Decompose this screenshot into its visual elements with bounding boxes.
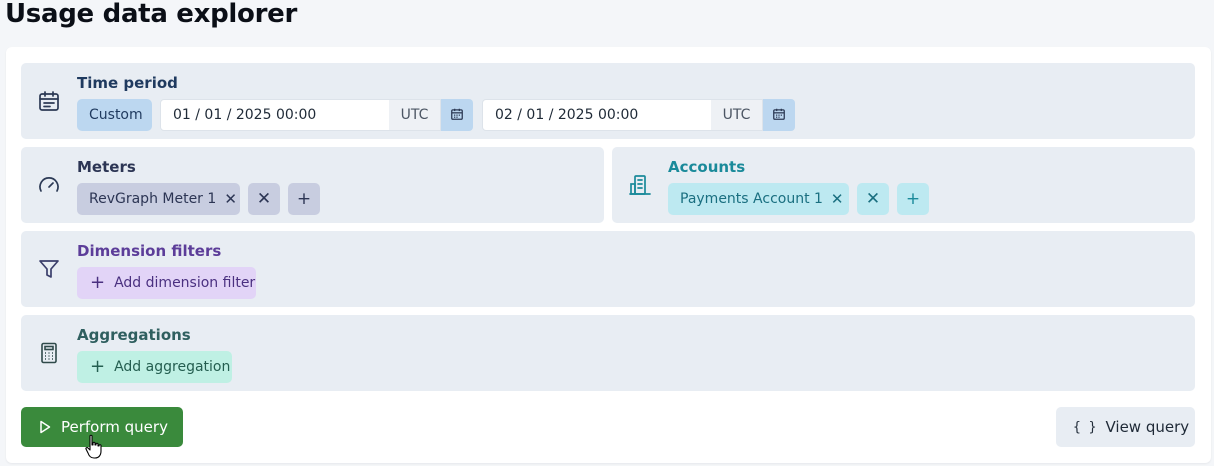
view-query-button[interactable]: { } View query	[1056, 407, 1195, 447]
plus-icon: +	[296, 189, 312, 209]
clear-accounts-button[interactable]: ✕	[857, 183, 889, 215]
perform-query-label: Perform query	[61, 418, 168, 436]
end-datetime-input[interactable]: 02 / 01 / 2025 00:00	[482, 99, 712, 131]
aggregations-title: Aggregations	[77, 326, 191, 344]
add-aggregation-label: Add aggregation	[114, 359, 231, 375]
time-preset-select[interactable]: Custom	[77, 99, 152, 131]
meters-title: Meters	[77, 158, 136, 176]
meter-chip[interactable]: RevGraph Meter 1 ✕	[77, 183, 240, 215]
start-datetime-input[interactable]: 01 / 01 / 2025 00:00	[160, 99, 390, 131]
add-aggregation-button[interactable]: + Add aggregation	[77, 351, 232, 383]
start-date-picker-button[interactable]	[441, 99, 473, 131]
remove-meter-icon[interactable]: ✕	[224, 190, 237, 208]
gauge-icon	[37, 173, 61, 197]
add-dimension-filter-label: Add dimension filter	[114, 275, 256, 291]
braces-icon: { }	[1073, 419, 1097, 435]
plus-icon: +	[90, 356, 106, 377]
calendar-small-icon	[772, 106, 786, 125]
account-chip[interactable]: Payments Account 1 ✕	[668, 183, 849, 215]
add-dimension-filter-button[interactable]: + Add dimension filter	[77, 267, 256, 299]
play-icon	[39, 420, 51, 434]
close-icon: ✕	[256, 189, 272, 209]
remove-account-icon[interactable]: ✕	[831, 190, 844, 208]
pointer-cursor-icon	[84, 434, 106, 460]
account-chip-label: Payments Account 1	[680, 191, 823, 207]
meter-chip-label: RevGraph Meter 1	[89, 191, 217, 207]
clear-meters-button[interactable]: ✕	[248, 183, 280, 215]
add-account-button[interactable]: +	[897, 183, 929, 215]
close-icon: ✕	[865, 189, 881, 209]
plus-icon: +	[90, 272, 106, 293]
add-meter-button[interactable]: +	[288, 183, 320, 215]
end-timezone-label: UTC	[711, 99, 763, 131]
start-timezone-label: UTC	[389, 99, 441, 131]
time-period-title: Time period	[77, 74, 178, 92]
building-icon	[628, 173, 652, 197]
time-preset-label: Custom	[89, 107, 143, 123]
end-date-picker-button[interactable]	[763, 99, 795, 131]
plus-icon: +	[905, 189, 921, 209]
calculator-icon	[37, 341, 61, 365]
accounts-title: Accounts	[668, 158, 746, 176]
dimension-filters-title: Dimension filters	[77, 242, 222, 260]
calendar-icon	[37, 89, 61, 113]
page-title: Usage data explorer	[5, 0, 297, 29]
calendar-small-icon	[450, 106, 464, 125]
filter-icon	[37, 257, 61, 281]
view-query-label: View query	[1105, 418, 1190, 436]
